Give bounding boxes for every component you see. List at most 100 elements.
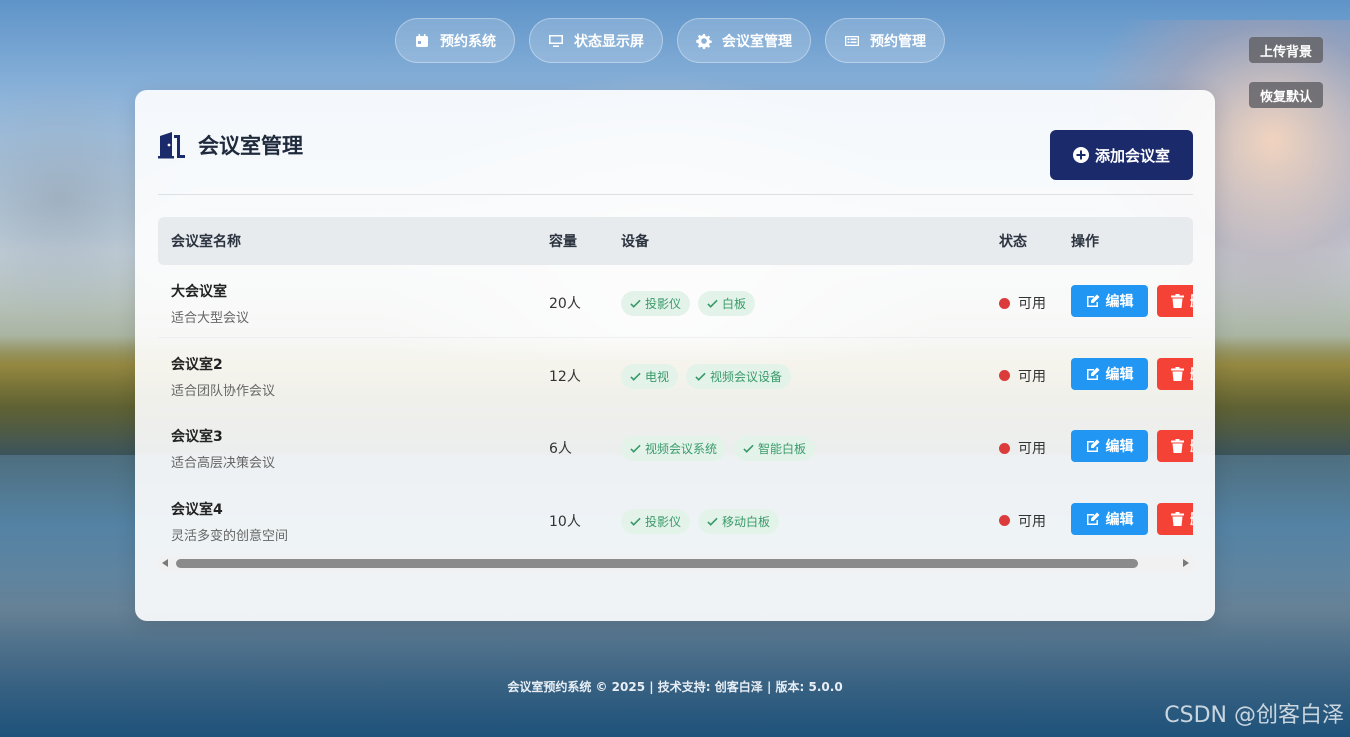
check-icon [630,517,641,526]
edit-label: 编辑 [1105,439,1134,455]
status-dot [999,442,1010,454]
equipment-tag: 白板 [698,291,756,316]
edit-icon [1086,512,1099,525]
reset-default-button[interactable]: 恢复默认 [1248,82,1323,108]
room-equipment: 电视 视频会议设备 [621,363,792,389]
horizontal-scrollbar[interactable] [158,556,1193,571]
room-name-cell: 会议室4 灵活多变的创意空间 [171,499,288,544]
equipment-tag: 视频会议系统 [621,436,727,461]
table-row: 会议室4 灵活多变的创意空间 10人 投影仪 移动白板 可用 编辑 删 [158,483,1193,548]
table-row: 会议室3 适合高层决策会议 6人 视频会议系统 智能白板 可用 编辑 删 [158,410,1193,483]
header-name: 会议室名称 [171,234,241,250]
room-table: 会议室名称 容量 设备 状态 操作 大会议室 适合大型会议 20人 投影仪 白板… [158,217,1193,547]
room-description: 灵活多变的创意空间 [171,528,289,544]
table-header: 会议室名称 容量 设备 状态 操作 [158,217,1193,265]
scroll-left-arrow-icon[interactable] [162,559,168,567]
room-name-cell: 会议室2 适合团队协作会议 [171,354,275,399]
status-dot [999,297,1010,309]
room-status: 可用 [999,366,1046,386]
page-title: 会议室管理 [198,134,303,158]
status-label: 可用 [1018,441,1046,457]
header-capacity: 容量 [549,234,577,250]
delete-button[interactable]: 删 [1157,502,1193,535]
trash-icon [1171,511,1184,526]
scroll-right-arrow-icon[interactable] [1183,559,1189,567]
nav-item-booking-management[interactable]: 预约管理 [825,18,945,63]
room-equipment: 投影仪 移动白板 [621,508,780,534]
delete-button[interactable]: 删 [1157,357,1193,390]
row-actions: 编辑 删 [1071,430,1193,462]
trash-icon [1171,439,1184,453]
nav-item-status-screen[interactable]: 状态显示屏 [529,18,663,63]
row-actions: 编辑 删 [1071,285,1193,317]
edit-button[interactable]: 编辑 [1071,430,1148,462]
gear-icon [696,33,712,49]
equipment-label: 智能白板 [758,442,807,456]
nav-item-booking[interactable]: 预约系统 [395,18,515,63]
calendar-icon [416,33,428,47]
room-name-cell: 大会议室 适合大型会议 [171,281,249,326]
card-header: 会议室管理 [158,130,303,160]
check-icon [695,372,706,381]
room-description: 适合大型会议 [171,311,250,326]
room-name: 会议室2 [171,356,223,373]
door-open-icon [158,132,185,159]
room-capacity: 6人 [549,441,572,457]
monitor-icon [549,34,563,47]
room-name-cell: 会议室3 适合高层决策会议 [171,426,275,471]
equipment-tag: 移动白板 [698,508,780,534]
edit-button[interactable]: 编辑 [1071,502,1148,535]
edit-button[interactable]: 编辑 [1071,357,1148,390]
row-actions: 编辑 删 [1071,357,1193,390]
room-status: 可用 [999,293,1046,313]
delete-button[interactable]: 删 [1157,430,1193,462]
check-icon [630,372,641,381]
delete-label: 删 [1190,364,1193,384]
add-room-button[interactable]: 添加会议室 [1050,130,1193,180]
room-status: 可用 [999,438,1046,458]
upload-background-button[interactable]: 上传背景 [1248,37,1323,63]
edit-icon [1086,439,1099,452]
equipment-tag: 智能白板 [734,436,816,461]
header-status: 状态 [999,234,1027,250]
equipment-tag: 投影仪 [621,291,691,316]
equipment-label: 投影仪 [645,514,682,529]
nav-item-label: 状态显示屏 [574,33,644,50]
room-description: 适合团队协作会议 [171,383,276,399]
room-capacity: 20人 [549,296,581,312]
top-nav: 预约系统 状态显示屏 会议室管理 预约管理 [395,18,945,63]
table-row: 会议室2 适合团队协作会议 12人 电视 视频会议设备 可用 编辑 删 [158,338,1193,410]
status-label: 可用 [1018,296,1046,312]
equipment-label: 视频会议系统 [645,442,718,456]
list-icon [845,35,859,46]
status-label: 可用 [1018,513,1046,530]
table-row: 大会议室 适合大型会议 20人 投影仪 白板 可用 编辑 删 [158,265,1193,338]
delete-label: 删 [1190,436,1193,456]
scrollbar-thumb[interactable] [176,559,1138,568]
status-dot [999,515,1010,526]
delete-label: 删 [1190,509,1193,529]
add-room-label: 添加会议室 [1094,146,1170,165]
check-icon [707,517,718,526]
header-actions: 操作 [1071,234,1099,250]
room-name: 会议室3 [171,429,223,445]
room-capacity: 12人 [549,368,581,385]
page-footer: 会议室预约系统 © 2025 | 技术支持: 创客白泽 | 版本: 5.0.0 [507,680,843,694]
delete-button[interactable]: 删 [1157,285,1193,317]
edit-icon [1086,367,1099,380]
equipment-label: 投影仪 [645,297,682,311]
equipment-label: 移动白板 [722,514,771,529]
check-icon [707,299,718,308]
header-equipment: 设备 [621,234,649,250]
edit-icon [1086,294,1099,307]
room-equipment: 视频会议系统 智能白板 [621,436,816,461]
watermark: CSDN @创客白泽 [1164,703,1344,728]
nav-item-room-management[interactable]: 会议室管理 [677,18,811,63]
check-icon [630,444,641,453]
delete-label: 删 [1190,291,1193,311]
trash-icon [1171,294,1184,308]
equipment-tag: 投影仪 [621,508,691,534]
edit-button[interactable]: 编辑 [1071,285,1148,317]
room-equipment: 投影仪 白板 [621,291,756,316]
trash-icon [1171,366,1184,381]
